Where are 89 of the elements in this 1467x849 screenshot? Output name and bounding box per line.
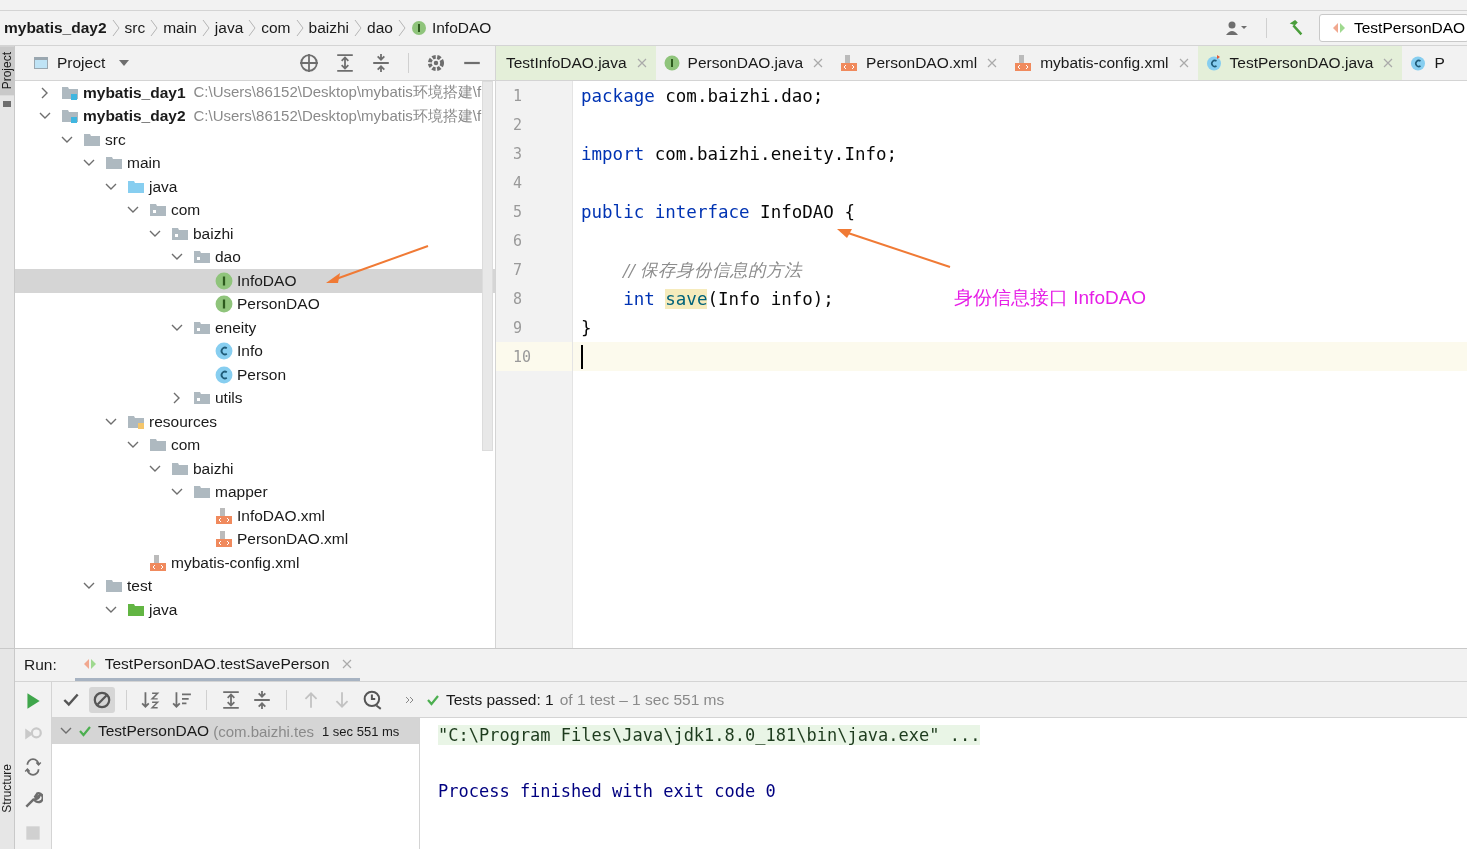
line-number: 8 xyxy=(496,284,573,313)
editor-tab[interactable]: TestPersonDAO.java xyxy=(1197,46,1403,80)
tree-item[interactable]: mybatis_day1 C:\Users\86152\Desktop\mybatis环境搭建\f xyxy=(15,81,495,105)
line-number: 5 xyxy=(496,197,573,226)
breadcrumb-item[interactable]: mybatis_day2 xyxy=(4,19,107,37)
panel-title: Run: xyxy=(24,656,57,674)
tree-item-label: com xyxy=(171,436,201,455)
project-tool-tab[interactable]: Project xyxy=(0,46,14,96)
line-number: 3 xyxy=(496,139,573,168)
editor-tab[interactable]: mybatis-config.xml xyxy=(1006,46,1198,80)
tree-item-label: mapper xyxy=(215,483,268,502)
module-path: C:\Users\86152\Desktop\mybatis环境搭建\f xyxy=(193,83,482,103)
tree-item[interactable]: Person xyxy=(15,363,495,387)
tree-item[interactable]: dao xyxy=(15,245,495,269)
tree-item[interactable]: mapper xyxy=(15,480,495,504)
tree-item-label: InfoDAO xyxy=(237,271,297,290)
breadcrumb-item[interactable]: InfoDAO xyxy=(431,19,492,37)
tree-item[interactable]: InfoDAO.xml xyxy=(15,504,495,528)
line-number: 4 xyxy=(496,168,573,197)
tree-item-label: com xyxy=(171,201,201,220)
editor-tab[interactable]: TestInfoDAO.java xyxy=(496,46,656,80)
test-name: TestPersonDAO xyxy=(98,722,210,740)
code-line: import com.baizhi.eneity.Info; xyxy=(581,143,898,164)
editor-tab[interactable]: PersonDAO.xml xyxy=(832,46,1007,80)
tree-item-label: mybatis_day2 xyxy=(83,107,186,126)
code-line: // 保存身份信息的方法 xyxy=(623,258,803,282)
console-line: Process finished with exit code 0 xyxy=(438,781,776,801)
tree-item[interactable]: com xyxy=(15,198,495,222)
breadcrumb-item[interactable]: main xyxy=(163,19,197,37)
tree-item[interactable]: test xyxy=(15,574,495,598)
line-number: 2 xyxy=(496,110,573,139)
tree-item-label: InfoDAO.xml xyxy=(237,506,325,525)
tree-item[interactable]: mybatis_day2 C:\Users\86152\Desktop\mybatis环境搭建\f xyxy=(15,104,495,128)
tree-item-label: test xyxy=(127,577,152,596)
module-path: C:\Users\86152\Desktop\mybatis环境搭建\f xyxy=(193,106,482,126)
breadcrumb-item[interactable]: com xyxy=(261,19,291,37)
tree-item-label: java xyxy=(149,177,178,196)
tree-item[interactable]: com xyxy=(15,433,495,457)
tree-item[interactable]: eneity xyxy=(15,316,495,340)
tree-item-label: eneity xyxy=(215,318,257,337)
annotation-text: 身份信息接口 InfoDAO xyxy=(954,286,1147,310)
tree-item-label: resources xyxy=(149,412,218,431)
test-status: Tests passed: 1 xyxy=(446,690,554,709)
line-number: 9 xyxy=(496,313,573,342)
tree-item[interactable]: java xyxy=(15,598,495,622)
code-line: } xyxy=(581,317,592,338)
tree-item[interactable]: baizhi xyxy=(15,457,495,481)
tree-item[interactable]: resources xyxy=(15,410,495,434)
tree-item-label: mybatis_day1 xyxy=(83,83,186,102)
tree-item[interactable]: PersonDAO xyxy=(15,292,495,316)
test-summary: of 1 test – 1 sec 551 ms xyxy=(559,690,725,709)
tree-item[interactable]: main xyxy=(15,151,495,175)
editor-tab[interactable]: PersonDAO.java xyxy=(655,46,833,80)
line-number: 7 xyxy=(496,255,573,284)
code-line: int save(Info info); xyxy=(623,288,834,309)
tree-item-label: utils xyxy=(215,389,243,408)
tree-item-label: baizhi xyxy=(193,224,234,243)
tree-item[interactable]: PersonDAO.xml xyxy=(15,527,495,551)
panel-title[interactable]: Project xyxy=(57,54,106,72)
line-number: 1 xyxy=(496,81,573,110)
breadcrumb-item[interactable]: src xyxy=(124,19,146,37)
tree-item[interactable]: utils xyxy=(15,386,495,410)
tree-item-label: mybatis-config.xml xyxy=(171,553,300,572)
tree-item[interactable]: java xyxy=(15,175,495,199)
tree-item-label: Person xyxy=(237,365,287,384)
tree-item[interactable]: InfoDAO xyxy=(15,269,495,293)
tree-item-label: PersonDAO xyxy=(237,295,320,314)
tree-item-label: baizhi xyxy=(193,459,234,478)
tree-item[interactable]: Info xyxy=(15,339,495,363)
tree-item[interactable]: src xyxy=(15,128,495,152)
line-number: 6 xyxy=(496,226,573,255)
tree-item[interactable]: mybatis-config.xml xyxy=(15,551,495,575)
breadcrumb-item[interactable]: java xyxy=(214,19,244,37)
code-line: public interface InfoDAO { xyxy=(581,201,855,222)
run-configuration-dropdown[interactable]: TestPersonDAO xyxy=(1319,14,1467,42)
test-package: (com.baizhi.tes xyxy=(213,722,314,740)
test-duration: 1 sec 551 ms xyxy=(322,723,400,739)
tree-item-label: src xyxy=(105,130,126,149)
breadcrumb-item[interactable]: baizhi xyxy=(308,19,350,37)
editor-tab[interactable]: P xyxy=(1402,46,1454,80)
test-tree-item[interactable]: TestPersonDAO (com.baizhi.tes 1 sec 551 ms xyxy=(52,718,419,744)
tree-item[interactable]: baizhi xyxy=(15,222,495,246)
tree-item-label: java xyxy=(149,600,178,619)
tree-item-label: dao xyxy=(215,248,241,267)
tree-item-label: main xyxy=(127,154,161,173)
tree-item-label: PersonDAO.xml xyxy=(237,530,349,549)
code-line: package com.baizhi.dao; xyxy=(581,85,824,106)
breadcrumb-item[interactable]: dao xyxy=(367,19,393,37)
tree-item-label: Info xyxy=(237,342,263,361)
